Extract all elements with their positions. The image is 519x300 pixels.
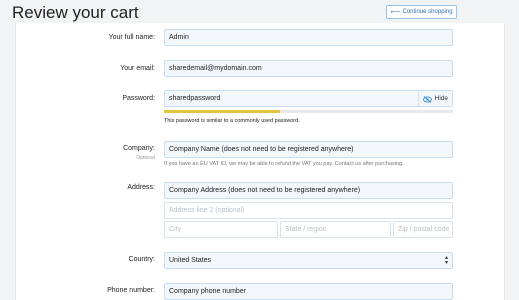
password-field[interactable]: sharedpassword Hide (164, 90, 453, 107)
email-field[interactable]: sharedemail@mydomain.com (164, 60, 453, 77)
full-name-label: Your full name: (108, 34, 155, 41)
company-optional-label: Optional (136, 155, 155, 161)
company-name-field[interactable]: Company Name (does not need to be regist… (164, 141, 453, 158)
city-field[interactable]: City (164, 221, 278, 238)
password-value: sharedpassword (169, 95, 221, 102)
hide-password-label: Hide (434, 95, 448, 102)
page-title: Review your cart (12, 3, 139, 22)
eye-slash-icon (422, 95, 432, 103)
address-line1-field[interactable]: Company Address (does not need to be reg… (164, 182, 453, 199)
continue-shopping-label: Continue shopping (402, 9, 453, 15)
company-vat-hint: If you have an EU VAT ID, we may be able… (164, 161, 404, 167)
password-hint: This password is similar to a commonly u… (164, 118, 300, 124)
country-select[interactable]: United States ▴ ▾ (164, 252, 453, 269)
state-field[interactable]: State / region (280, 221, 391, 238)
arrow-left-icon: ⟵ (390, 9, 401, 16)
email-label: Your email: (120, 65, 155, 72)
phone-field[interactable]: Company phone number (164, 283, 453, 300)
zip-field[interactable]: Zip / postal code (393, 221, 453, 238)
address-label: Address: (127, 184, 155, 191)
company-label: Company: (123, 145, 155, 152)
country-label: Country: (128, 256, 155, 263)
password-strength-meter (164, 110, 453, 113)
hide-password-toggle[interactable]: Hide (417, 91, 452, 106)
password-label: Password: (122, 95, 155, 102)
select-arrows-icon: ▴ ▾ (444, 255, 448, 266)
address-line2-field[interactable]: Address line 2 (optional) (164, 202, 453, 219)
phone-label: Phone number: (107, 287, 155, 294)
country-select-value: United States (169, 257, 212, 264)
full-name-field[interactable]: Admin (164, 29, 453, 46)
password-strength-fill (164, 110, 280, 113)
continue-shopping-button[interactable]: ⟵ Continue shopping (386, 5, 457, 19)
